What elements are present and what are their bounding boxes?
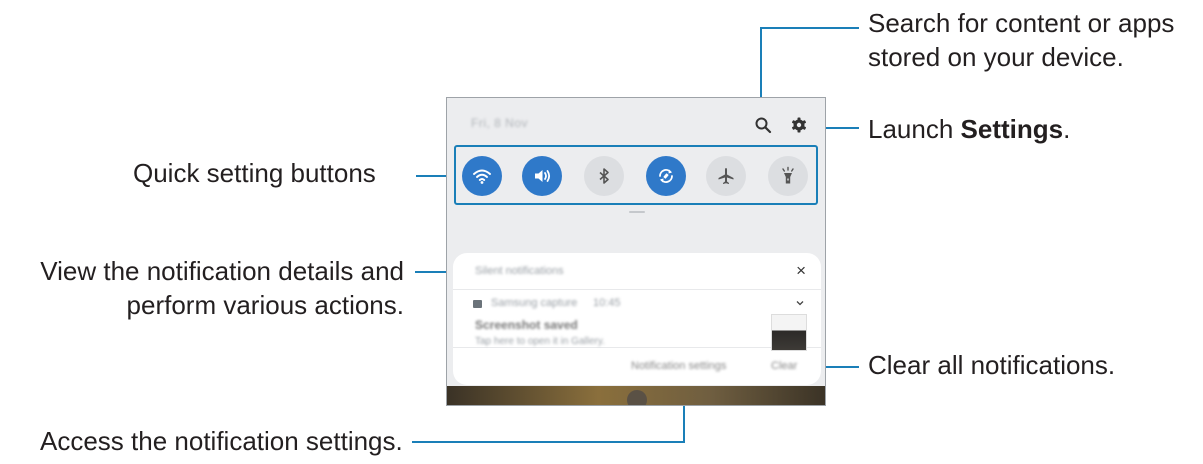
notification-body: Tap here to open it in Gallery. [475,336,605,347]
notification-panel: Fri, 8 Nov Silent notifications × Samsun… [446,97,826,406]
speaker-icon [535,170,551,182]
panel-top-bar: Fri, 8 Nov [447,98,825,144]
settings-callout-suffix: . [1063,114,1071,144]
auto-rotate-toggle[interactable] [646,156,686,196]
notification-time: 10:45 [593,297,621,309]
settings-callout-bold: Settings [960,114,1064,144]
wallpaper-circle [627,390,647,405]
image-icon [473,300,482,308]
notification-settings-button[interactable]: Notification settings [631,360,726,372]
notification-actions: Notification settings Clear [453,347,821,385]
notification-app-name: Samsung capture [491,297,578,309]
bluetooth-toggle[interactable] [584,156,624,196]
notification-card: Silent notifications × Samsung capture 1… [453,253,821,385]
wifi-toggle[interactable] [462,156,502,196]
date-time: Fri, 8 Nov [471,116,529,130]
gear-icon[interactable] [790,116,808,134]
search-icon[interactable] [754,116,772,134]
airplane-mode-toggle[interactable] [706,156,746,196]
notif-details-line2: perform various actions. [126,290,404,320]
search-connector-h [760,27,859,29]
quick-settings-callout: Quick setting buttons [133,158,376,188]
clear-all-callout: Clear all notifications. [868,350,1116,380]
sound-toggle[interactable] [522,156,562,196]
notification-item[interactable]: Samsung capture 10:45 Screenshot saved T… [453,289,821,351]
rotate-icon [659,169,673,183]
wifi-icon [473,169,491,184]
flashlight-toggle[interactable] [768,156,808,196]
bluetooth-icon [599,168,609,184]
notification-title: Screenshot saved [475,318,578,332]
search-callout: Search for content or apps stored on you… [868,6,1174,74]
settings-callout: Launch Settings. [868,112,1070,146]
search-callout-line2: stored on your device. [868,42,1124,72]
panel-drag-handle[interactable] [629,211,645,213]
chevron-down-icon[interactable] [795,295,805,306]
notif-settings-callout: Access the notification settings. [40,426,403,456]
notif-details-callout: View the notification details and perfor… [40,254,404,322]
flashlight-icon [782,166,794,184]
card-header-label: Silent notifications [475,265,564,277]
notif-settings-connector-h [412,441,685,443]
airplane-icon [718,168,734,184]
notif-details-line1: View the notification details and [40,256,404,286]
notification-card-header: Silent notifications × [453,253,821,290]
close-icon[interactable]: × [796,261,806,281]
clear-button[interactable]: Clear [771,360,797,372]
quick-settings-bar [454,145,818,205]
settings-callout-prefix: Launch [868,114,961,144]
screenshot-thumbnail [771,314,807,351]
search-callout-line1: Search for content or apps [868,8,1175,38]
